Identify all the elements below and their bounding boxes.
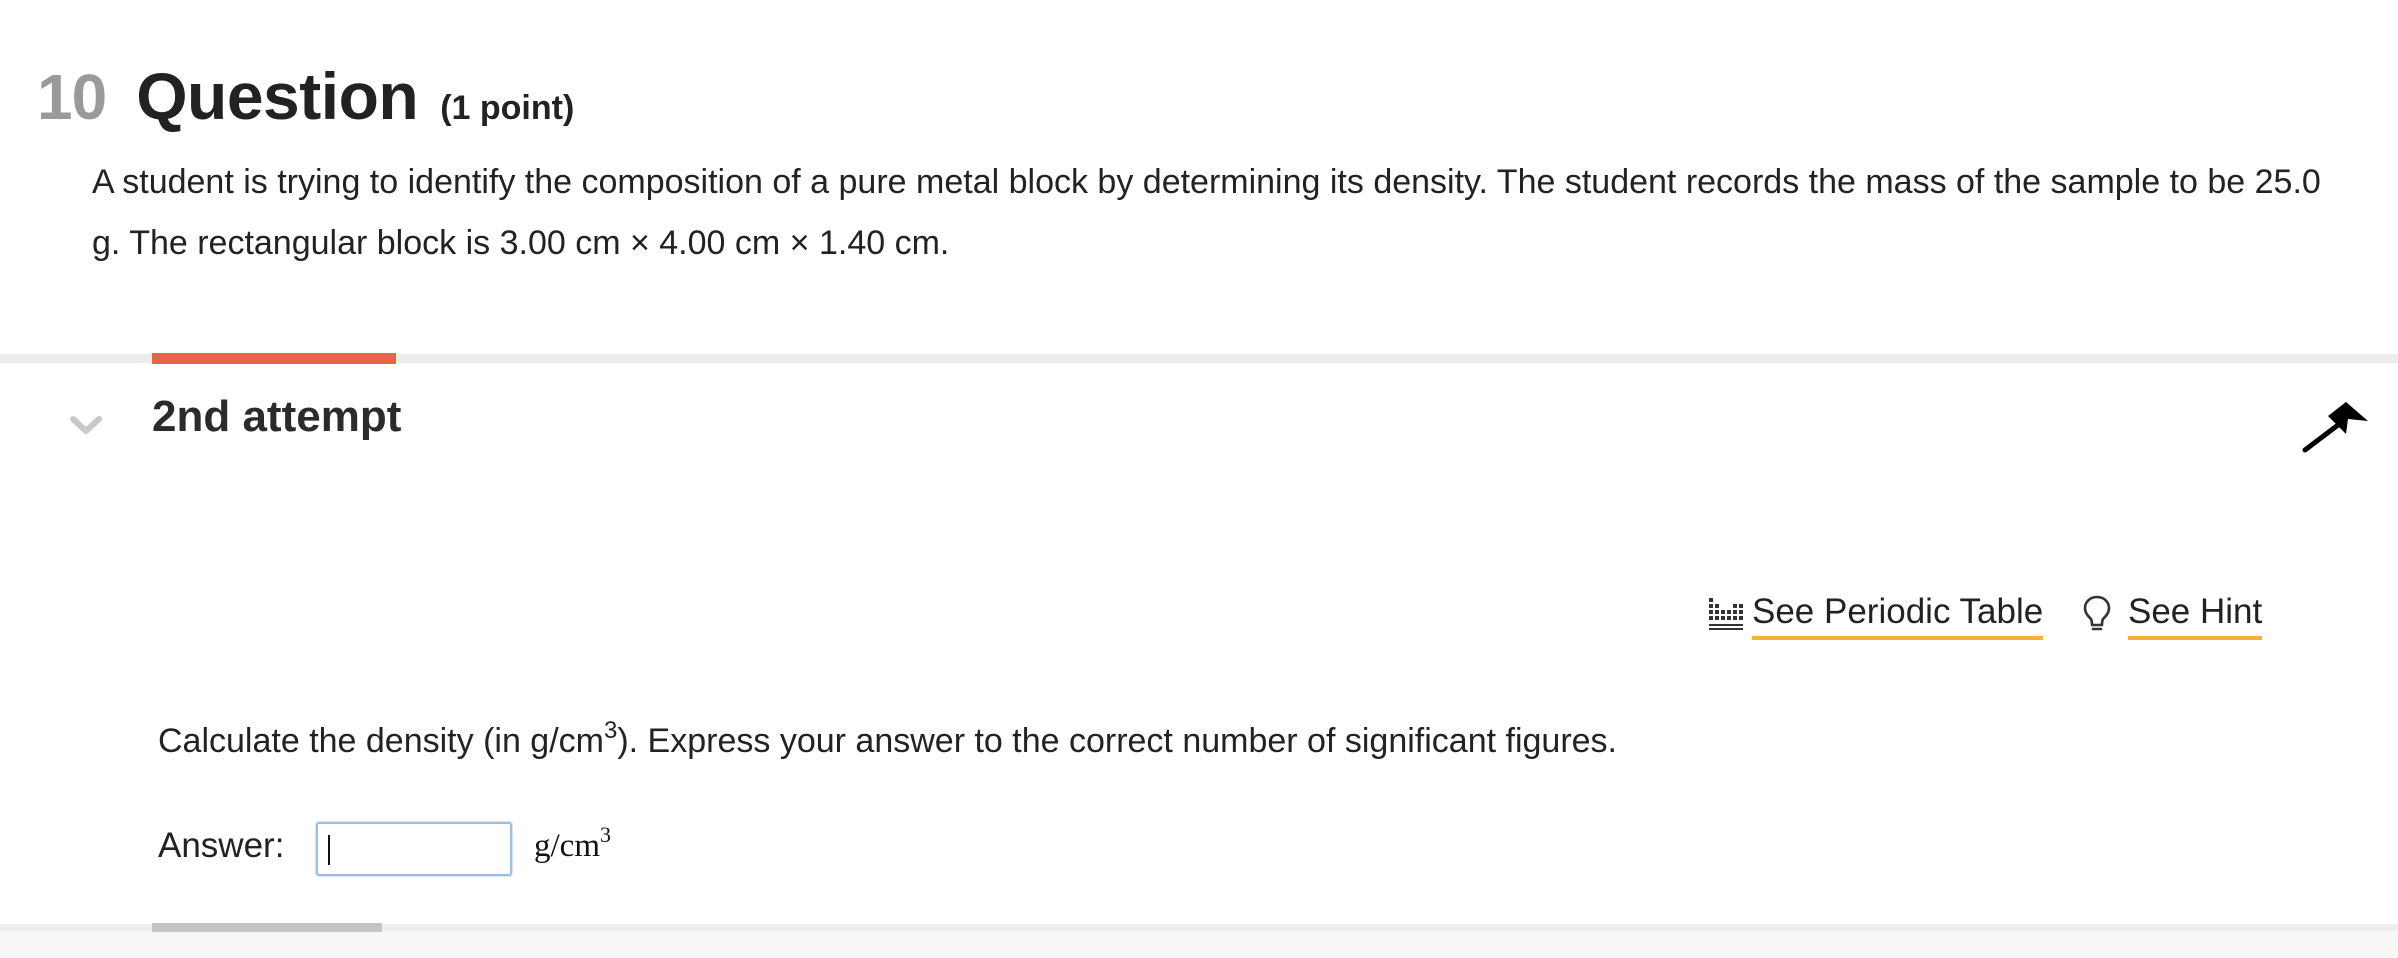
see-periodic-table-label[interactable]: See Periodic Table — [1752, 592, 2044, 640]
flag-icon[interactable] — [2302, 398, 2372, 454]
answer-label: Answer: — [158, 826, 285, 865]
instruction-text-start: Calculate the density (in g/cm — [158, 722, 604, 760]
chevron-down-icon[interactable] — [66, 410, 106, 440]
lightbulb-icon — [2082, 594, 2112, 639]
see-periodic-table-button[interactable]: See Periodic Table — [1708, 592, 2044, 640]
attempt-title: 2nd attempt — [152, 392, 402, 441]
question-title: Question — [136, 59, 419, 133]
question-number: 10 — [37, 61, 107, 133]
see-hint-button[interactable]: See Hint — [2082, 592, 2263, 640]
question-points: (1 point) — [440, 89, 575, 127]
instruction-superscript: 3 — [603, 717, 618, 744]
unit-superscript: 3 — [599, 822, 611, 847]
question-prompt: A student is trying to identify the comp… — [92, 163, 2321, 262]
question-header: 10 Question (1 point) — [37, 58, 574, 134]
unit-base: g/cm — [534, 828, 600, 864]
see-hint-label[interactable]: See Hint — [2128, 592, 2263, 640]
text-caret — [328, 835, 330, 865]
attempt-progress-indicator — [152, 353, 396, 364]
answer-input[interactable] — [316, 822, 512, 876]
answer-unit: g/cm3 — [534, 824, 611, 865]
bottom-progress-indicator — [152, 923, 382, 932]
periodic-table-icon — [1708, 597, 1746, 636]
part-instruction: Calculate the density (in g/cm3). Expres… — [158, 719, 1617, 761]
instruction-text-end: ). Express your answer to the correct nu… — [617, 722, 1617, 760]
